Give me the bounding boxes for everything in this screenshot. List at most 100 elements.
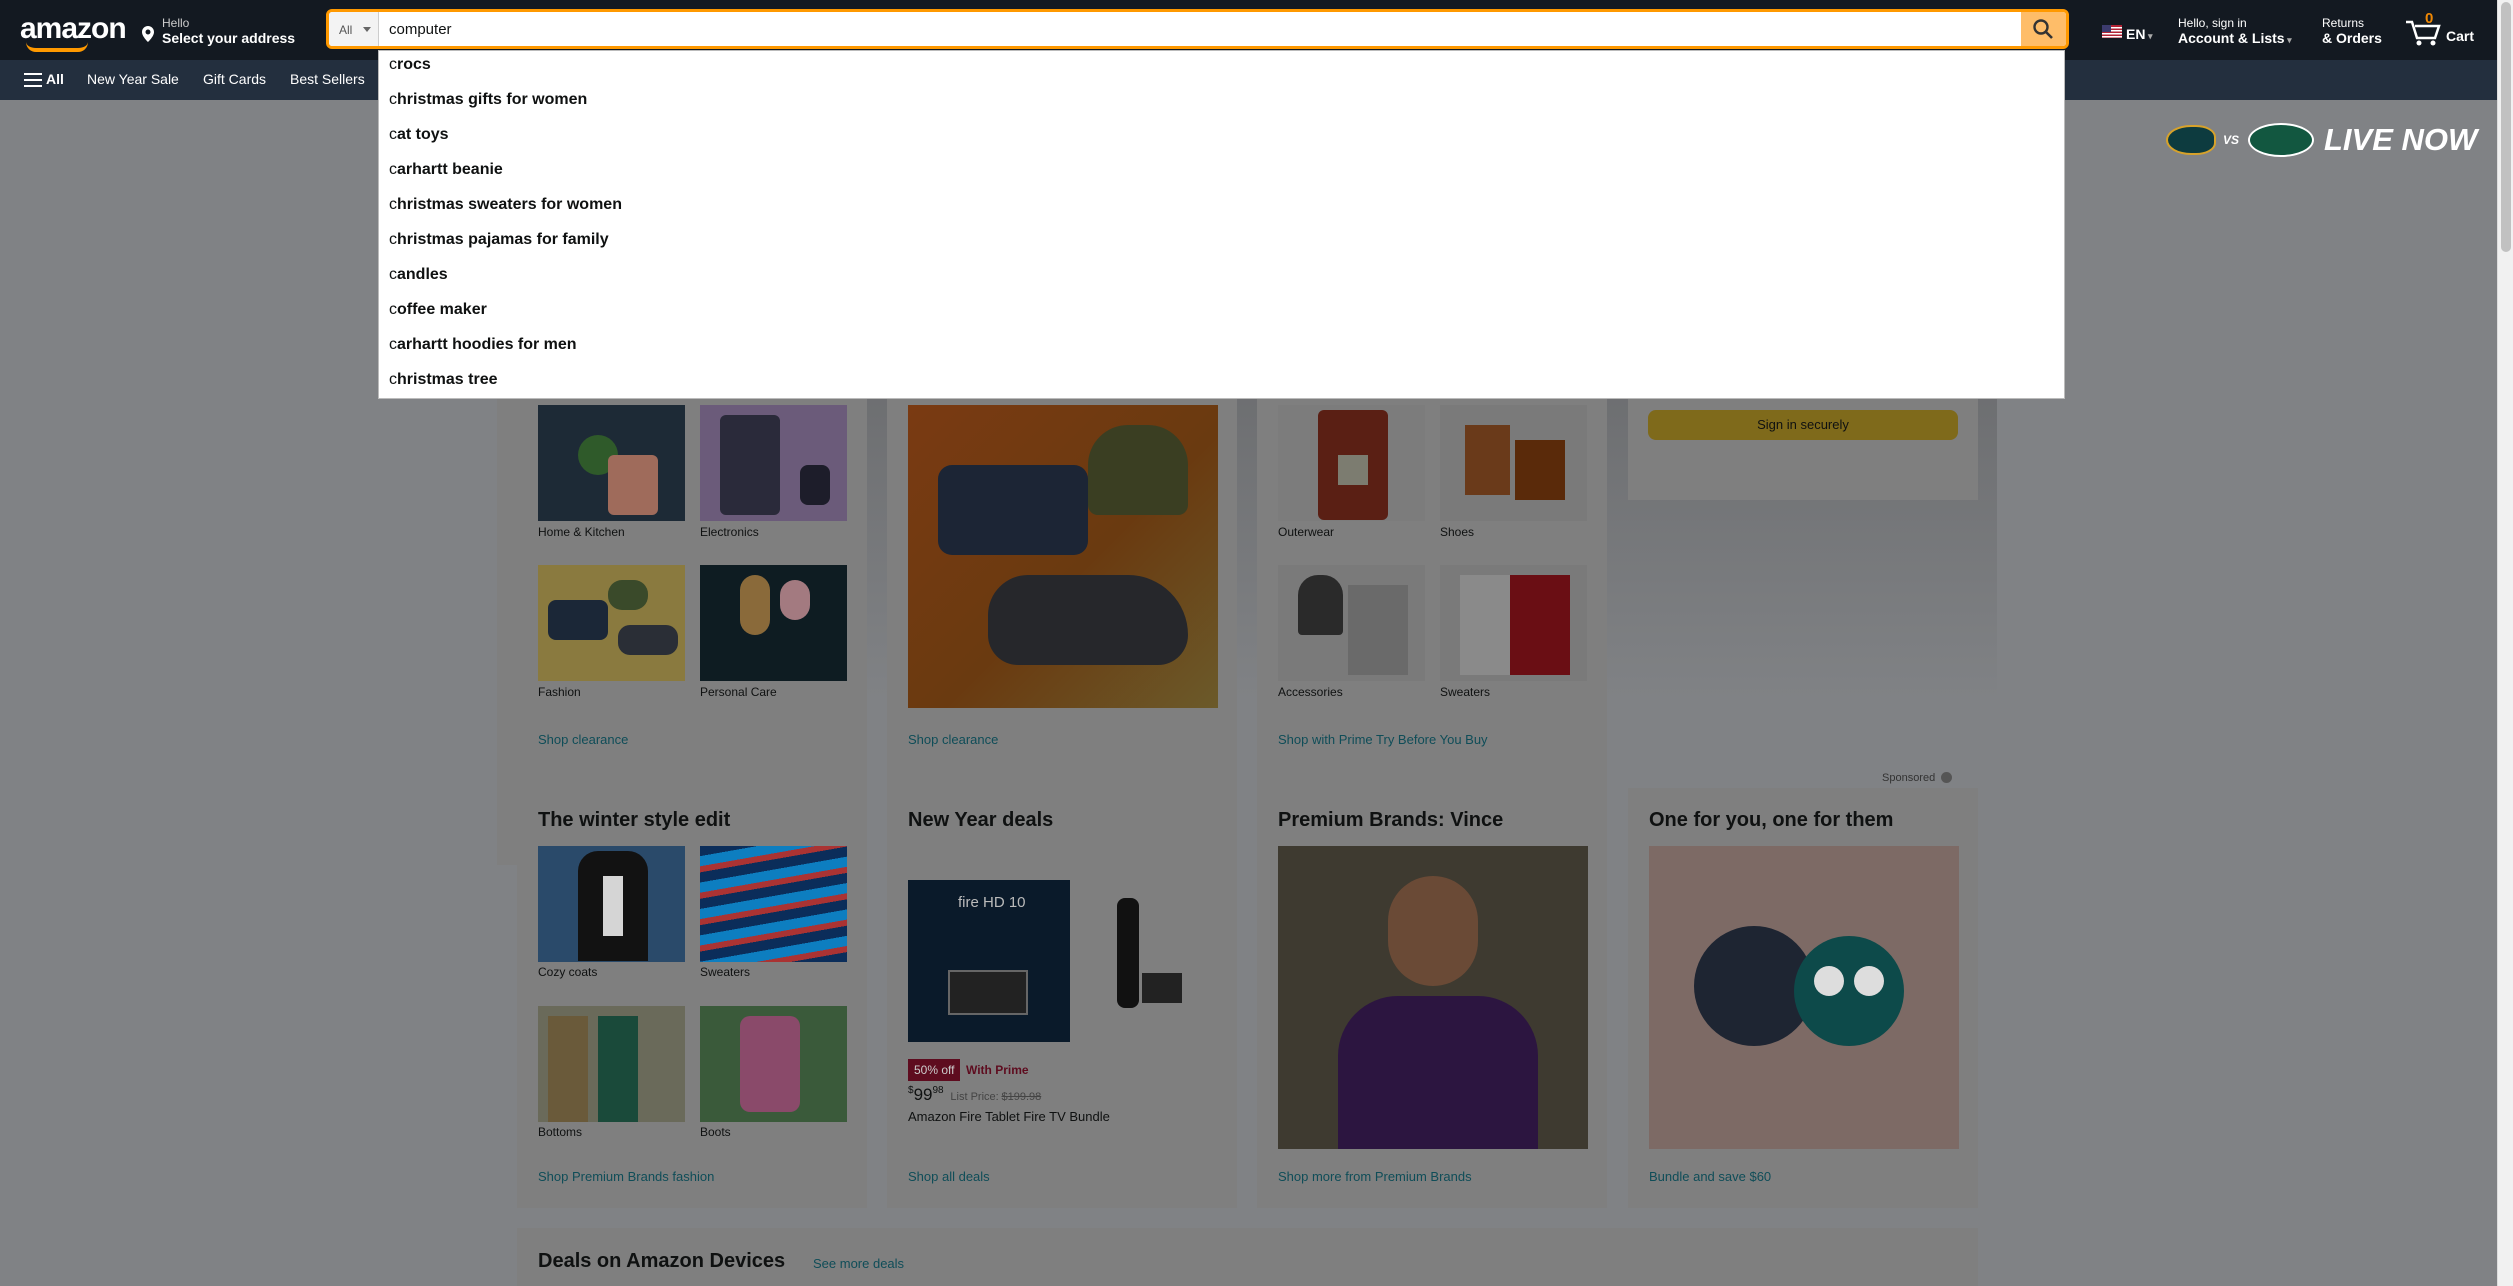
shop-premium-brands-link[interactable]: Shop Premium Brands fashion [538, 1169, 714, 1184]
account-lists[interactable]: Hello, sign in Account & Lists ▾ [2178, 16, 2292, 46]
suggestion-rest: hristmas tree [397, 371, 498, 388]
suggestion-prefix: c [389, 196, 397, 213]
cart-button[interactable]: 0 Cart [2404, 10, 2484, 50]
suggestion-item[interactable]: cat toys [389, 126, 449, 144]
shop-clearance-link[interactable]: Shop clearance [538, 732, 628, 747]
language-selector[interactable]: EN ▾ [2126, 26, 2152, 42]
prime-try-before-you-buy-link[interactable]: Shop with Prime Try Before You Buy [1278, 732, 1488, 747]
nav-new-year-sale[interactable]: New Year Sale [87, 71, 179, 87]
account-label: Account & Lists [2178, 30, 2285, 46]
sign-in-securely-button[interactable]: Sign in securely [1648, 410, 1958, 440]
suggestion-rest: hristmas pajamas for family [397, 231, 609, 248]
suggestion-prefix: c [389, 371, 397, 388]
suggestion-rest: hristmas gifts for women [397, 91, 588, 108]
suggestion-item[interactable]: carhartt beanie [389, 161, 503, 179]
card-title: Premium Brands: Vince [1278, 809, 1504, 831]
cart-icon [2406, 20, 2441, 46]
card-title: One for you, one for them [1649, 809, 1894, 831]
suggestion-item[interactable]: christmas pajamas for family [389, 231, 609, 249]
cart-label: Cart [2446, 28, 2475, 44]
list-price-label: List Price: [950, 1091, 999, 1103]
suggestion-item[interactable]: christmas sweaters for women [389, 196, 622, 214]
menu-icon[interactable] [24, 73, 42, 87]
search-button[interactable] [2021, 12, 2066, 46]
suggestion-item[interactable]: carhartt hoodies for men [389, 336, 577, 354]
cozy-coats-image[interactable] [538, 846, 685, 962]
bottoms-image[interactable] [538, 1006, 685, 1122]
promo-vs: VS [2223, 133, 2240, 147]
home-kitchen-image[interactable] [538, 405, 685, 521]
suggestion-prefix: c [389, 266, 397, 283]
shop-more-premium-link[interactable]: Shop more from Premium Brands [1278, 1169, 1472, 1184]
page-scrollbar[interactable] [2497, 0, 2513, 1286]
search-bar: All [326, 9, 2069, 49]
tablet-text: fire HD 10 [958, 894, 1026, 911]
card-title: The winter style edit [538, 809, 731, 831]
fashion-image[interactable] [538, 565, 685, 681]
suggestion-item[interactable]: christmas tree [389, 371, 498, 389]
sweaters-image[interactable] [1440, 565, 1587, 681]
echo-dot-bundle-image[interactable] [1649, 846, 1959, 1149]
discount-badge: 50% off [908, 1059, 961, 1081]
electronics-image[interactable] [700, 405, 847, 521]
product-title[interactable]: Amazon Fire Tablet Fire TV Bundle [908, 1109, 1110, 1124]
shop-all-deals-link[interactable]: Shop all deals [908, 1169, 990, 1184]
suggestion-item[interactable]: coffee maker [389, 301, 487, 319]
shop-clearance-link[interactable]: Shop clearance [908, 732, 998, 747]
nfl-live-promo[interactable]: VS LIVE NOW [2160, 120, 2497, 160]
suggestion-prefix: c [389, 336, 397, 353]
nav-all[interactable]: All [46, 71, 64, 87]
fire-tablet-image[interactable]: fire HD 10 [908, 880, 1070, 1042]
sweaters-image[interactable] [700, 846, 847, 962]
account-greeting: Hello, sign in [2178, 16, 2247, 30]
personal-care-image[interactable] [700, 565, 847, 681]
outerwear-image[interactable] [1278, 405, 1425, 521]
orders-label: & Orders [2322, 30, 2382, 46]
card-shop-categories: Home & Kitchen Electronics Fashion Perso… [497, 340, 867, 865]
category-label: Sweaters [700, 965, 751, 979]
bundle-save-link[interactable]: Bundle and save $60 [1649, 1169, 1771, 1184]
nav-gift-cards[interactable]: Gift Cards [203, 71, 266, 87]
card-apparel: Outerwear Shoes Accessories Sweaters Sho… [1257, 340, 1607, 865]
card-title: New Year deals [908, 809, 1054, 831]
suggestion-item[interactable]: candles [389, 266, 448, 284]
address-greeting: Hello [162, 16, 190, 30]
info-icon[interactable] [1941, 772, 1952, 783]
clearance-hero-image[interactable] [908, 405, 1218, 708]
suggestion-rest: at toys [397, 126, 449, 143]
search-category-dropdown[interactable]: All [329, 12, 379, 46]
price: $9998 List Price: $199.98 [908, 1085, 1042, 1104]
account-label-row: Account & Lists ▾ [2178, 30, 2292, 46]
jaguars-logo-icon [2166, 125, 2216, 155]
shoes-image[interactable] [1440, 405, 1587, 521]
vince-image[interactable] [1278, 846, 1588, 1149]
suggestion-prefix: c [389, 231, 397, 248]
scrollbar-thumb[interactable] [2501, 2, 2511, 252]
suggestion-prefix: c [389, 56, 397, 73]
amazon-logo[interactable]: amazon [20, 12, 127, 46]
returns-orders[interactable]: Returns & Orders [2322, 16, 2382, 46]
promo-live-now: LIVE NOW [2324, 122, 2478, 157]
fire-tv-stick-image[interactable] [1087, 893, 1207, 1023]
category-label: Accessories [1278, 685, 1343, 699]
see-more-deals-link[interactable]: See more deals [813, 1256, 904, 1271]
suggestion-item[interactable]: crocs [389, 56, 431, 74]
logo-smile-icon [26, 42, 88, 52]
address-prompt: Select your address [162, 30, 296, 46]
jets-logo-icon [2248, 123, 2314, 157]
prime-note: With Prime [966, 1063, 1029, 1077]
us-flag-icon [2102, 25, 2122, 38]
accessories-image[interactable] [1278, 565, 1425, 681]
price-whole: 99 [913, 1085, 933, 1104]
category-label: Home & Kitchen [538, 525, 625, 539]
boots-image[interactable] [700, 1006, 847, 1122]
search-category-label: All [339, 23, 353, 37]
category-label: Outerwear [1278, 525, 1335, 539]
category-label: Boots [700, 1125, 731, 1139]
nav-best-sellers[interactable]: Best Sellers [290, 71, 365, 87]
search-input[interactable] [381, 12, 2021, 46]
suggestion-item[interactable]: christmas gifts for women [389, 91, 587, 109]
suggestion-prefix: c [389, 301, 397, 318]
category-label: Bottoms [538, 1125, 583, 1139]
card-clearance-hero: Shop clearance [887, 340, 1237, 865]
